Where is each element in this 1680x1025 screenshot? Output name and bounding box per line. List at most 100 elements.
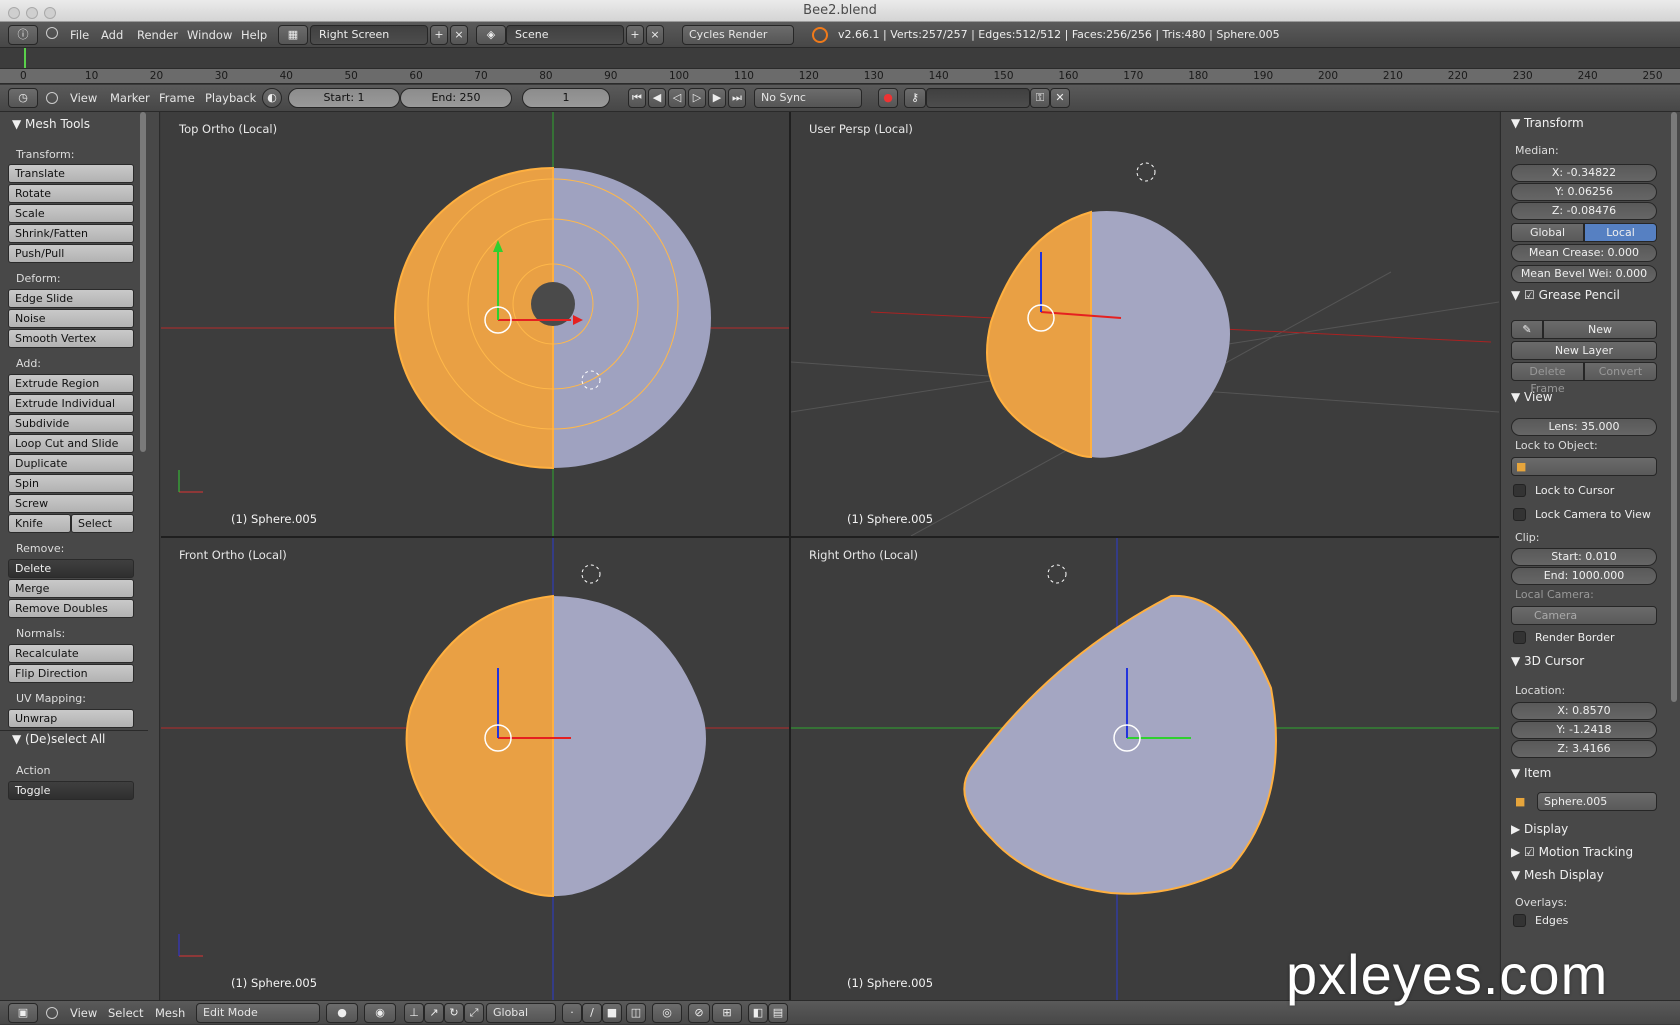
editor-type-info-icon[interactable]: ⓘ xyxy=(8,25,38,45)
insert-keyframe-icon[interactable]: ⚿ xyxy=(1030,88,1050,108)
edges-overlay-checkbox[interactable] xyxy=(1513,914,1526,927)
duplicate-button[interactable]: Duplicate xyxy=(8,454,134,473)
smooth-vertex-button[interactable]: Smooth Vertex xyxy=(8,329,134,348)
sync-mode-dropdown[interactable]: No Sync xyxy=(754,88,862,108)
timeline-menu-frame[interactable]: Frame xyxy=(159,85,195,111)
pencil-icon[interactable]: ✎ xyxy=(1511,320,1543,339)
edge-select-icon[interactable]: / xyxy=(582,1003,602,1023)
view3d-menu-select[interactable]: Select xyxy=(108,1001,143,1025)
panel-grease-pencil[interactable]: ▼ ☑ Grease Pencil xyxy=(1511,288,1620,302)
gp-new-button[interactable]: New xyxy=(1543,320,1657,339)
cursor-x-field[interactable]: X: 0.8570 xyxy=(1511,702,1657,720)
viewport-right-ortho[interactable]: Right Ortho (Local) (1) Sphere.005 xyxy=(791,538,1499,1000)
persp-view-canvas[interactable] xyxy=(791,112,1499,536)
scene-name-field[interactable]: Scene xyxy=(506,25,624,45)
top-view-canvas[interactable] xyxy=(161,112,789,536)
render-border-checkbox[interactable] xyxy=(1513,631,1526,644)
render-engine-dropdown[interactable]: Cycles Render xyxy=(682,25,794,45)
knife-button[interactable]: Knife xyxy=(8,514,71,533)
median-y-field[interactable]: Y: 0.06256 xyxy=(1511,183,1657,201)
panel-mesh-display[interactable]: ▼ Mesh Display xyxy=(1511,868,1604,882)
panel-motion-tracking[interactable]: ▶ ☑ Motion Tracking xyxy=(1511,845,1633,859)
timeline-menu-playback[interactable]: Playback xyxy=(205,85,256,111)
play-icon[interactable]: ▷ xyxy=(688,88,706,108)
loop-cut-button[interactable]: Loop Cut and Slide xyxy=(8,434,134,453)
snap-element-icon[interactable]: ⊞ xyxy=(712,1003,742,1023)
view3d-menu-view[interactable]: View xyxy=(70,1001,97,1025)
item-name-field[interactable]: Sphere.005 xyxy=(1537,792,1657,811)
subdivide-button[interactable]: Subdivide xyxy=(8,414,134,433)
delete-dropdown[interactable]: Delete xyxy=(8,559,134,578)
extrude-individual-button[interactable]: Extrude Individual xyxy=(8,394,134,413)
play-reverse-icon[interactable]: ◁ xyxy=(668,88,686,108)
panel-view[interactable]: ▼ View xyxy=(1511,390,1553,404)
gp-new-layer-button[interactable]: New Layer xyxy=(1511,341,1657,360)
lock-cursor-checkbox[interactable] xyxy=(1513,484,1526,497)
screw-button[interactable]: Screw xyxy=(8,494,134,513)
jump-end-icon[interactable]: ⏭ xyxy=(728,88,746,108)
remove-scene-icon[interactable]: × xyxy=(646,25,664,45)
3d-cursor-icon[interactable] xyxy=(1136,162,1156,182)
remove-screen-icon[interactable]: × xyxy=(450,25,468,45)
minimize-window-icon[interactable] xyxy=(26,7,38,19)
mesh-selected-half[interactable] xyxy=(405,594,554,898)
collapse-menu-icon[interactable] xyxy=(46,92,58,104)
proportional-edit-icon[interactable]: ◎ xyxy=(652,1003,682,1023)
flip-direction-button[interactable]: Flip Direction xyxy=(8,664,134,683)
keying-set-icon[interactable]: ⚷ xyxy=(904,88,926,108)
viewport-user-persp[interactable]: User Persp (Local) (1) Sphere.005 xyxy=(791,112,1499,536)
unwrap-button[interactable]: Unwrap xyxy=(8,709,134,728)
knife-select-button[interactable]: Select xyxy=(71,514,134,533)
mesh-side-view[interactable] xyxy=(963,594,1277,895)
extrude-region-button[interactable]: Extrude Region xyxy=(8,374,134,393)
editor-type-3dview-icon[interactable]: ▣ xyxy=(8,1003,38,1023)
translate-manipulator-icon[interactable]: ↗ xyxy=(424,1003,444,1023)
gp-convert-button[interactable]: Convert xyxy=(1584,362,1657,381)
clip-start-field[interactable]: Start: 0.010 xyxy=(1511,548,1657,566)
lens-field[interactable]: Lens: 35.000 xyxy=(1511,418,1657,436)
mesh-selected-half[interactable] xyxy=(986,210,1092,459)
close-window-icon[interactable] xyxy=(8,7,20,19)
scale-button[interactable]: Scale xyxy=(8,204,134,223)
zoom-window-icon[interactable] xyxy=(44,7,56,19)
vertex-select-icon[interactable]: · xyxy=(562,1003,582,1023)
pivot-point-icon[interactable]: ◉ xyxy=(364,1003,396,1023)
record-icon[interactable]: ● xyxy=(878,88,898,108)
collapse-menu-icon[interactable] xyxy=(46,27,58,39)
jump-key-forward-icon[interactable]: ▶ xyxy=(708,88,726,108)
menu-help[interactable]: Help xyxy=(241,22,267,48)
render-opengl-icon[interactable]: ◧ xyxy=(748,1003,768,1023)
timeline-ruler[interactable]: 0 10 20 30 40 50 60 70 80 90 100 110 120 130 140 150 160… xyxy=(0,68,1680,84)
spin-button[interactable]: Spin xyxy=(8,474,134,493)
lock-object-field[interactable]: ■ xyxy=(1511,457,1657,476)
rotate-manipulator-icon[interactable]: ↻ xyxy=(444,1003,464,1023)
manipulator-toggle-icon[interactable]: ⊥ xyxy=(404,1003,424,1023)
snap-toggle-icon[interactable]: ⊘ xyxy=(688,1003,710,1023)
mode-dropdown[interactable]: Edit Mode xyxy=(196,1003,320,1023)
panel-item[interactable]: ▼ Item xyxy=(1511,766,1551,780)
delete-keyframe-icon[interactable]: ✕ xyxy=(1050,88,1070,108)
viewport-top-ortho[interactable]: Top Ortho (Local) (1) Sphere.005 xyxy=(161,112,789,536)
timeline-playhead[interactable] xyxy=(24,48,26,68)
median-z-field[interactable]: Z: -0.08476 xyxy=(1511,202,1657,220)
noise-button[interactable]: Noise xyxy=(8,309,134,328)
remove-doubles-button[interactable]: Remove Doubles xyxy=(8,599,134,618)
keying-set-field[interactable] xyxy=(926,88,1030,108)
3d-cursor-icon[interactable] xyxy=(1047,564,1067,584)
merge-button[interactable]: Merge xyxy=(8,579,134,598)
recalculate-button[interactable]: Recalculate xyxy=(8,644,134,663)
transform-orientation-dropdown[interactable]: Global xyxy=(486,1003,556,1023)
add-scene-icon[interactable]: + xyxy=(626,25,644,45)
cursor-z-field[interactable]: Z: 3.4166 xyxy=(1511,740,1657,758)
add-screen-icon[interactable]: + xyxy=(430,25,448,45)
screen-name-field[interactable]: Right Screen xyxy=(310,25,428,45)
face-select-icon[interactable]: ■ xyxy=(602,1003,622,1023)
panel-transform[interactable]: ▼ Transform xyxy=(1511,116,1584,130)
panel-3d-cursor[interactable]: ▼ 3D Cursor xyxy=(1511,654,1584,668)
panel-deselect-all[interactable]: ▼ (De)select All xyxy=(12,732,105,746)
median-x-field[interactable]: X: -0.34822 xyxy=(1511,164,1657,182)
lock-camera-checkbox[interactable] xyxy=(1513,508,1526,521)
tool-shelf-scrollbar[interactable] xyxy=(140,112,146,452)
cursor-y-field[interactable]: Y: -1.2418 xyxy=(1511,721,1657,739)
menu-window[interactable]: Window xyxy=(187,22,232,48)
